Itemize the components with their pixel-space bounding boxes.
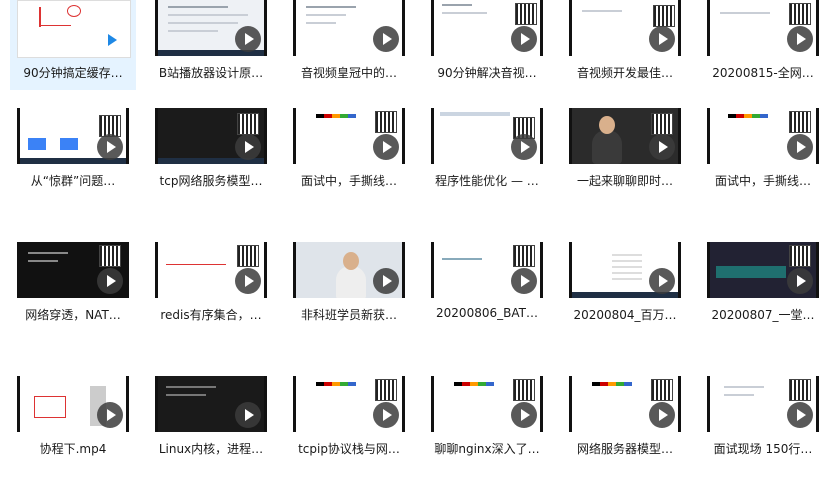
video-file-tile[interactable]: 网络服务器模型… (562, 376, 688, 466)
video-file-tile[interactable]: 音视频开发最佳… (562, 0, 688, 90)
video-thumbnail (17, 376, 129, 432)
play-icon (649, 268, 675, 294)
video-thumbnail (293, 242, 405, 298)
video-thumbnail (293, 376, 405, 432)
video-file-tile[interactable]: tcp网络服务模型… (148, 108, 274, 198)
video-thumbnail (155, 108, 267, 164)
video-thumbnail (155, 0, 267, 56)
video-thumbnail (707, 242, 819, 298)
video-file-tile[interactable]: 音视频皇冠中的… (286, 0, 412, 90)
video-thumbnail (431, 376, 543, 432)
video-thumbnail (569, 376, 681, 432)
file-name: redis有序集合，… (160, 308, 262, 322)
file-name: B站播放器设计原… (158, 66, 264, 80)
play-icon (511, 402, 537, 428)
file-name: 面试中，手撕线… (300, 174, 397, 188)
file-name: 20200807_一堂… (711, 308, 815, 322)
video-file-tile[interactable]: 网络穿透，NAT… (10, 242, 136, 332)
play-icon (511, 26, 537, 52)
video-thumbnail (569, 242, 681, 298)
video-file-tile[interactable]: redis有序集合，… (148, 242, 274, 332)
video-file-tile[interactable]: 从“惊群”问题… (10, 108, 136, 198)
play-icon (235, 134, 261, 160)
video-file-tile[interactable]: tcpip协议栈与网… (286, 376, 412, 466)
file-name: tcpip协议栈与网… (298, 442, 400, 456)
play-icon (787, 134, 813, 160)
video-thumbnail (155, 376, 267, 432)
play-icon (235, 26, 261, 52)
play-icon (97, 268, 123, 294)
video-thumbnail (293, 0, 405, 56)
play-icon (649, 26, 675, 52)
video-thumbnail (17, 0, 131, 58)
play-icon (787, 268, 813, 294)
file-name: tcp网络服务模型… (159, 174, 263, 188)
play-icon (511, 268, 537, 294)
file-name: 从“惊群”问题… (30, 174, 116, 188)
video-file-tile[interactable]: 非科班学员新获… (286, 242, 412, 332)
file-name: 面试现场 150行… (713, 442, 813, 456)
file-name: 20200815-全网… (712, 66, 814, 80)
video-file-tile[interactable]: 程序性能优化 — … (424, 108, 550, 198)
video-thumbnail (17, 108, 129, 164)
file-name: 音视频开发最佳… (576, 66, 673, 80)
video-thumbnail (707, 108, 819, 164)
video-thumbnail (569, 108, 681, 164)
video-thumbnail (293, 108, 405, 164)
video-file-tile[interactable]: 面试中，手撕线… (286, 108, 412, 198)
file-name: 网络服务器模型… (576, 442, 673, 456)
file-name: 90分钟搞定缓存… (23, 66, 123, 80)
play-icon (98, 27, 124, 53)
file-name: Linux内核，进程… (158, 442, 264, 456)
file-name: 20200804_百万… (573, 308, 677, 322)
video-file-tile[interactable]: 面试现场 150行… (700, 376, 826, 466)
video-file-tile[interactable]: 90分钟搞定缓存… (10, 0, 136, 90)
play-icon (235, 402, 261, 428)
play-icon (373, 134, 399, 160)
video-file-tile[interactable]: 面试中，手撕线… (700, 108, 826, 198)
play-icon (649, 134, 675, 160)
play-icon (97, 402, 123, 428)
video-file-tile[interactable]: 聊聊nginx深入了… (424, 376, 550, 466)
video-file-tile[interactable]: 20200815-全网… (700, 0, 826, 90)
play-icon (511, 134, 537, 160)
play-icon (787, 402, 813, 428)
file-name: 协程下.mp4 (39, 442, 107, 456)
video-thumbnail (155, 242, 267, 298)
video-thumbnail (431, 0, 543, 56)
file-name: 网络穿透，NAT… (25, 308, 121, 322)
play-icon (373, 26, 399, 52)
play-icon (373, 268, 399, 294)
play-icon (97, 134, 123, 160)
file-name: 20200806_BAT… (436, 306, 538, 320)
video-file-tile[interactable]: 一起来聊聊即时… (562, 108, 688, 198)
video-file-tile[interactable]: B站播放器设计原… (148, 0, 274, 90)
video-file-tile[interactable]: 90分钟解决音视… (424, 0, 550, 90)
video-thumbnail (707, 0, 819, 56)
file-name: 90分钟解决音视… (437, 66, 537, 80)
file-name: 一起来聊聊即时… (576, 174, 673, 188)
video-file-tile[interactable]: 协程下.mp4 (10, 376, 136, 466)
play-icon (787, 26, 813, 52)
video-thumbnail (569, 0, 681, 56)
video-file-tile[interactable]: 20200804_百万… (562, 242, 688, 332)
video-thumbnail (707, 376, 819, 432)
video-thumbnail (431, 108, 543, 164)
file-name: 面试中，手撕线… (714, 174, 811, 188)
file-name: 音视频皇冠中的… (300, 66, 397, 80)
play-icon (373, 402, 399, 428)
video-file-tile[interactable]: Linux内核，进程… (148, 376, 274, 466)
video-thumbnail (17, 242, 129, 298)
video-file-tile[interactable]: 20200807_一堂… (700, 242, 826, 332)
file-name: 聊聊nginx深入了… (434, 442, 540, 456)
video-thumbnail (431, 242, 543, 298)
video-file-tile[interactable]: 20200806_BAT… (424, 242, 550, 332)
play-icon (649, 402, 675, 428)
play-icon (235, 268, 261, 294)
file-name: 非科班学员新获… (300, 308, 397, 322)
file-name: 程序性能优化 — … (435, 174, 539, 188)
